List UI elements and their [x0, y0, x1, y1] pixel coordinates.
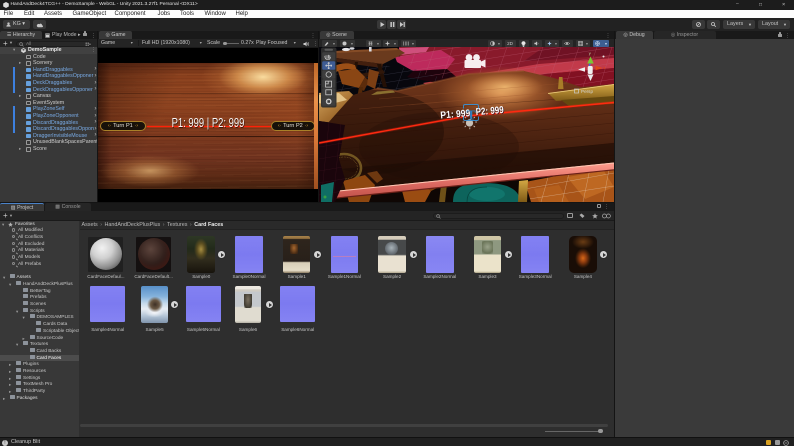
svg-text:y: y — [588, 51, 590, 56]
svg-text:Persp: Persp — [581, 89, 593, 94]
svg-text:P2: 999: P2: 999 — [475, 105, 504, 118]
svg-text:T: T — [466, 109, 476, 124]
